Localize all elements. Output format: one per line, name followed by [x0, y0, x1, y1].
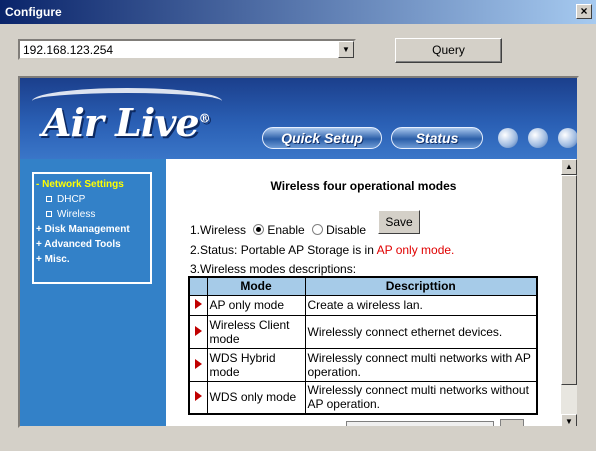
sidebar-item-disk-management[interactable]: + Disk Management: [36, 222, 150, 237]
header-banner: Air Live® Quick Setup Status: [20, 78, 577, 159]
modes-table: Mode Descripttion AP only mode Create a …: [188, 276, 538, 415]
arrow-icon-cell: [188, 347, 208, 382]
save-button[interactable]: Save: [378, 210, 420, 234]
table-row: AP only mode Create a wireless lan.: [188, 294, 538, 316]
partial-select[interactable]: [346, 421, 494, 426]
mode-cell: WDS Hybrid mode: [206, 347, 306, 382]
table-row: WDS Hybrid mode Wirelessly connect multi…: [188, 347, 538, 382]
vertical-scrollbar[interactable]: ▲ ▼: [561, 159, 577, 426]
chevron-down-icon[interactable]: ▼: [338, 41, 354, 58]
table-row: Wireless Client mode Wirelessly connect …: [188, 314, 538, 349]
table-header-blank: [188, 276, 208, 296]
registered-mark: ®: [198, 111, 211, 126]
page-title: Wireless four operational modes: [270, 179, 457, 193]
address-combobox[interactable]: 192.168.123.254 ▼: [18, 39, 356, 60]
wireless-label: 1.Wireless: [190, 223, 247, 237]
browser-frame: Air Live® Quick Setup Status - Network S…: [18, 76, 579, 428]
arrow-right-icon: [194, 358, 202, 369]
title-bar: Configure ×: [0, 0, 596, 24]
scroll-up-button[interactable]: ▲: [561, 159, 577, 175]
mode-cell: AP only mode: [206, 294, 306, 316]
description-cell: Wirelessly connect multi networks withou…: [304, 380, 538, 415]
query-button[interactable]: Query: [395, 38, 502, 63]
arrow-right-icon: [194, 299, 202, 309]
address-value: 192.168.123.254: [23, 43, 114, 57]
sidebar-item-label: DHCP: [57, 194, 86, 205]
wireless-row: 1.Wireless Enable Disable: [190, 223, 366, 237]
bullet-icon: [46, 211, 52, 218]
description-cell: Wirelessly connect ethernet devices.: [304, 314, 538, 349]
table-header-mode: Mode: [206, 276, 306, 296]
sidebar-item-network-settings[interactable]: - Network Settings: [36, 177, 150, 192]
sidebar-item-label: Wireless: [57, 209, 96, 220]
enable-label: Enable: [267, 223, 305, 237]
arrow-icon-cell: [188, 314, 208, 349]
main-content: Wireless four operational modes 1.Wirele…: [166, 159, 561, 426]
status-prefix: 2.Status: Portable AP Storage is in: [190, 243, 377, 257]
window-title: Configure: [5, 5, 62, 19]
status-line: 2.Status: Portable AP Storage is in AP o…: [190, 243, 454, 257]
bullet-icon: [46, 196, 52, 203]
globe-icon[interactable]: [558, 128, 577, 148]
table-row: WDS only mode Wirelessly connect multi n…: [188, 380, 538, 415]
disable-label: Disable: [326, 223, 367, 237]
arrow-right-icon: [194, 391, 202, 402]
sidebar-menu: - Network Settings DHCP Wireless + Disk …: [32, 172, 152, 284]
description-cell: Wirelessly connect multi networks with A…: [304, 347, 538, 382]
quick-setup-button[interactable]: Quick Setup: [262, 127, 382, 149]
status-button[interactable]: Status: [391, 127, 483, 149]
sidebar-item-advanced-tools[interactable]: + Advanced Tools: [36, 237, 150, 252]
disable-radio[interactable]: [312, 224, 324, 235]
arrow-right-icon: [194, 325, 202, 336]
globe-icon[interactable]: [498, 128, 518, 148]
close-button[interactable]: ×: [576, 4, 592, 19]
mode-cell: Wireless Client mode: [206, 314, 306, 349]
modes-label: 3.Wireless modes descriptions:: [190, 262, 357, 276]
sidebar: - Network Settings DHCP Wireless + Disk …: [20, 159, 166, 426]
scroll-thumb[interactable]: [561, 175, 577, 385]
globe-icon[interactable]: [528, 128, 548, 148]
sidebar-item-misc[interactable]: + Misc.: [36, 252, 150, 267]
logo-text: Air Live: [42, 100, 200, 145]
scroll-down-button[interactable]: ▼: [561, 414, 577, 426]
sidebar-item-dhcp[interactable]: DHCP: [36, 192, 150, 207]
description-cell: Create a wireless lan.: [304, 294, 538, 316]
arrow-icon-cell: [188, 380, 208, 415]
partial-button[interactable]: [500, 419, 524, 426]
arrow-icon-cell: [188, 294, 208, 316]
sidebar-item-wireless[interactable]: Wireless: [36, 207, 150, 222]
airlive-logo: Air Live®: [42, 100, 211, 145]
table-header-description: Descripttion: [304, 276, 538, 296]
table-header-row: Mode Descripttion: [188, 276, 538, 296]
mode-cell: WDS only mode: [206, 380, 306, 415]
status-value: AP only mode.: [376, 243, 455, 257]
enable-radio[interactable]: [253, 224, 265, 235]
